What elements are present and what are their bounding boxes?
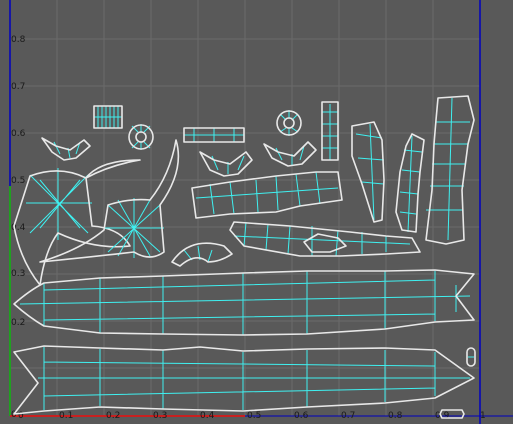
x-tick: 0.7 [341, 411, 355, 421]
y-tick: 0.6 [11, 129, 26, 139]
y-tick: 0.4 [11, 223, 26, 233]
x-tick: 1 [480, 411, 486, 421]
x-tick: 0.9 [435, 411, 450, 421]
viewport-background [0, 0, 513, 424]
y-tick: 0.7 [11, 82, 25, 92]
y-tick: 0.8 [11, 35, 26, 45]
x-tick: 0.1 [59, 411, 73, 421]
y-tick: 0.3 [11, 269, 25, 279]
x-tick: 0.3 [153, 411, 167, 421]
x-tick: 0.5 [247, 411, 261, 421]
uv-editor-viewport[interactable]: 0 0.2 0.3 0.4 0.5 0.6 0.7 0.8 0 0.1 0.2 … [0, 0, 513, 424]
x-tick: 0.4 [200, 411, 215, 421]
x-tick: 0.6 [294, 411, 309, 421]
x-tick: 0.2 [106, 411, 120, 421]
x-tick: 0.8 [388, 411, 403, 421]
y-tick: 0.5 [11, 176, 25, 186]
y-tick: 0.2 [11, 318, 25, 328]
